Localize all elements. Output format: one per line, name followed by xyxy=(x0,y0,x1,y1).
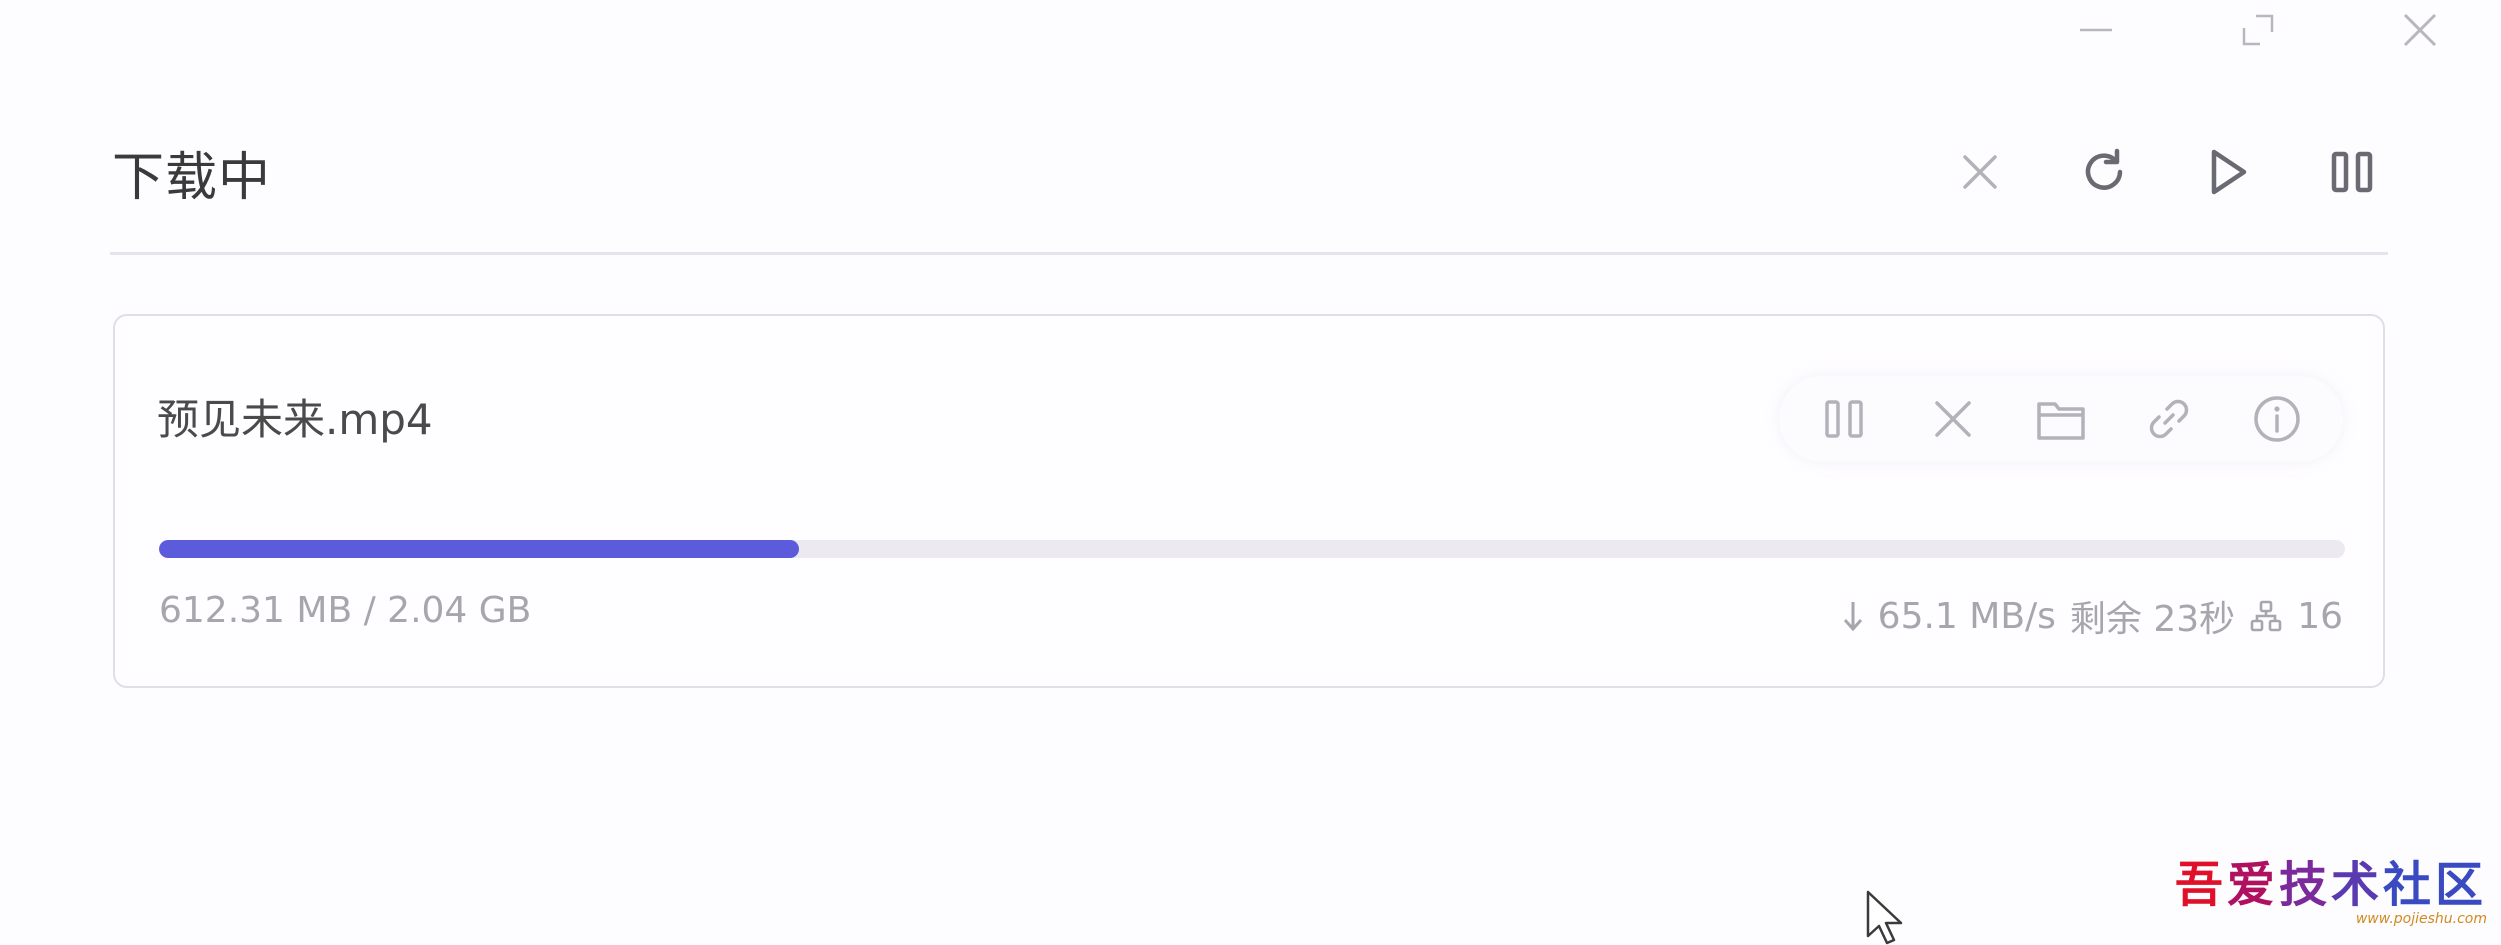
close-icon xyxy=(2403,13,2437,47)
transfer-stats: 65.1 MB/s 剩余 23秒 16 xyxy=(1842,590,2343,642)
maximize-button[interactable] xyxy=(2177,0,2339,60)
page-header: 下载中 xyxy=(112,130,2388,214)
task-info-button[interactable] xyxy=(2241,383,2313,455)
watermark-char: 技 xyxy=(2278,857,2331,913)
download-speed: 65.1 MB/s xyxy=(1877,595,2056,637)
refresh-icon xyxy=(2085,148,2123,190)
task-actions xyxy=(1779,376,2343,462)
copy-link-button[interactable] xyxy=(2133,383,2205,455)
clear-all-button[interactable] xyxy=(1944,136,2016,208)
watermark-char: 术 xyxy=(2330,857,2383,913)
pause-icon xyxy=(1825,400,1863,438)
info-icon xyxy=(2254,396,2300,442)
link-icon xyxy=(2149,399,2189,439)
mouse-cursor-icon xyxy=(1866,890,1903,945)
watermark-url: www.pojieshu.com xyxy=(2355,911,2487,927)
progress-bar xyxy=(159,540,2345,558)
header-actions xyxy=(1944,136,2388,208)
pause-task-button[interactable] xyxy=(1809,383,1881,455)
play-icon xyxy=(2211,149,2247,195)
page-title: 下载中 xyxy=(112,147,272,208)
open-folder-button[interactable] xyxy=(2025,383,2097,455)
arrow-down-icon xyxy=(1843,602,1862,632)
download-task-card[interactable]: 预见未来.mp4 612.31 MB / 2.04 GB 65.1 MB/s 剩… xyxy=(113,314,2385,688)
pause-icon xyxy=(2331,151,2373,193)
watermark-char: 爱 xyxy=(2226,857,2279,913)
refresh-all-button[interactable] xyxy=(2068,136,2140,208)
cancel-icon xyxy=(1935,401,1971,437)
minimize-button[interactable] xyxy=(2015,0,2177,60)
remaining-time: 剩余 23秒 xyxy=(2069,599,2236,640)
maximize-icon xyxy=(2242,14,2274,46)
close-window-button[interactable] xyxy=(2339,0,2501,60)
watermark-char: 吾 xyxy=(2174,857,2227,913)
header-divider xyxy=(110,252,2388,255)
watermark-char: 区 xyxy=(2434,857,2487,913)
download-window: 下载中 预见未来.mp4 612.31 MB / 2.04 GB 65.1 MB… xyxy=(0,0,2501,945)
minimize-icon xyxy=(2080,28,2112,32)
connections-icon xyxy=(2250,600,2282,632)
clear-icon xyxy=(1963,155,1997,189)
cancel-task-button[interactable] xyxy=(1917,383,1989,455)
window-controls xyxy=(2015,0,2501,60)
size-text: 612.31 MB / 2.04 GB xyxy=(159,590,532,631)
progress-fill xyxy=(159,540,800,558)
pause-all-button[interactable] xyxy=(2316,136,2388,208)
folder-icon xyxy=(2037,402,2085,440)
file-name: 预见未来.mp4 xyxy=(157,395,433,444)
resume-all-button[interactable] xyxy=(2192,136,2264,208)
connection-count: 16 xyxy=(2297,595,2343,637)
watermark-logo: 吾爱技术社区 www.pojieshu.com xyxy=(2175,861,2487,927)
watermark-char: 社 xyxy=(2382,857,2435,913)
